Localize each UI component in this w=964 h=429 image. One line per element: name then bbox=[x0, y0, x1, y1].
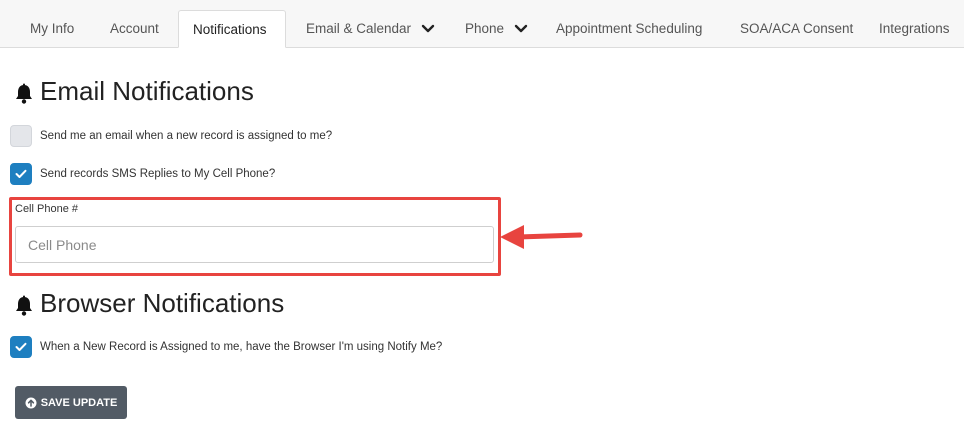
arrow-circle-up-icon bbox=[25, 397, 37, 409]
tab-label: Phone bbox=[465, 21, 505, 36]
tab-soa-aca-consent[interactable]: SOA/ACA Consent bbox=[740, 10, 853, 48]
option-email-new-record: Send me an email when a new record is as… bbox=[10, 125, 332, 147]
tab-label: SOA/ACA Consent bbox=[740, 21, 854, 36]
tab-label: Appointment Scheduling bbox=[556, 21, 703, 36]
save-button-label: SAVE UPDATE bbox=[40, 396, 118, 409]
check-icon bbox=[15, 342, 27, 351]
bell-icon bbox=[14, 293, 34, 316]
browser-notifications-heading: Browser Notifications bbox=[14, 288, 284, 319]
highlight-annotation-box bbox=[9, 197, 501, 276]
tab-notifications[interactable]: Notifications bbox=[178, 10, 286, 48]
check-icon bbox=[15, 169, 27, 178]
tab-label: Integrations bbox=[879, 21, 950, 36]
tab-my-info[interactable]: My Info bbox=[30, 10, 74, 48]
chevron-down-icon bbox=[421, 24, 435, 34]
arrow-left-icon bbox=[500, 225, 583, 249]
section-title-text: Email Notifications bbox=[40, 76, 254, 106]
tab-label: Email & Calendar bbox=[306, 21, 412, 36]
tab-bar: My Info Account Notifications Email & Ca… bbox=[0, 0, 964, 48]
section-title-text: Browser Notifications bbox=[40, 288, 285, 318]
sms-replies-checkbox[interactable] bbox=[10, 163, 32, 185]
tab-label: Notifications bbox=[193, 22, 267, 37]
bell-icon bbox=[14, 81, 34, 104]
browser-notify-checkbox[interactable] bbox=[10, 336, 32, 358]
tab-email-calendar[interactable]: Email & Calendar bbox=[306, 10, 435, 48]
tab-label: My Info bbox=[30, 21, 75, 36]
email-notifications-heading: Email Notifications bbox=[14, 76, 254, 107]
save-update-button[interactable]: SAVE UPDATE bbox=[15, 386, 127, 419]
option-label: When a New Record is Assigned to me, hav… bbox=[40, 341, 443, 353]
email-new-record-checkbox[interactable] bbox=[10, 125, 32, 147]
tab-label: Account bbox=[110, 21, 159, 36]
chevron-down-icon bbox=[514, 24, 528, 34]
option-sms-replies: Send records SMS Replies to My Cell Phon… bbox=[10, 163, 275, 185]
option-label: Send records SMS Replies to My Cell Phon… bbox=[40, 168, 276, 180]
tab-phone[interactable]: Phone bbox=[465, 10, 528, 48]
tab-appointment-scheduling[interactable]: Appointment Scheduling bbox=[556, 10, 702, 48]
option-browser-notify: When a New Record is Assigned to me, hav… bbox=[10, 336, 442, 358]
option-label: Send me an email when a new record is as… bbox=[40, 130, 333, 142]
tab-integrations[interactable]: Integrations bbox=[879, 10, 950, 48]
tab-account[interactable]: Account bbox=[110, 10, 159, 48]
